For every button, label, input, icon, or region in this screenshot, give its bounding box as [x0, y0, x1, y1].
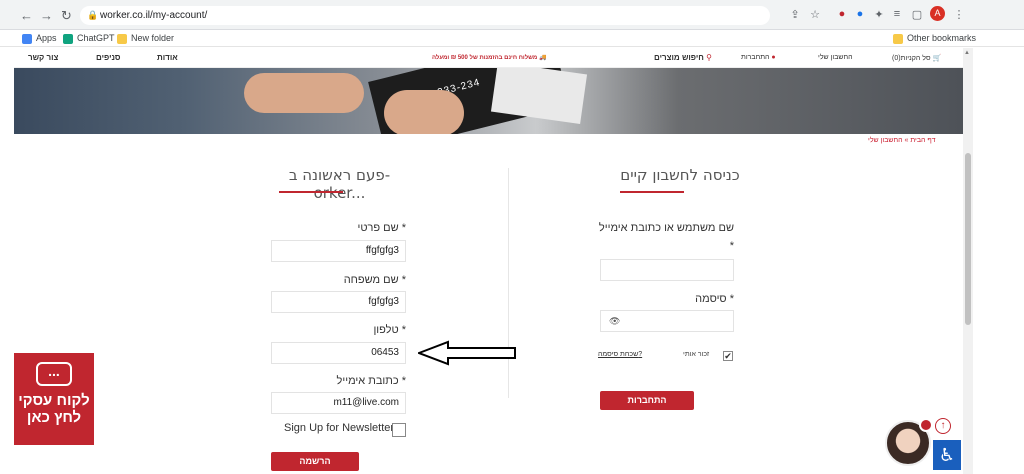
phone-field[interactable]: 06453 — [271, 342, 406, 364]
bookmark-label: New folder — [131, 33, 175, 43]
password-field[interactable]: 👁 — [600, 310, 734, 332]
folder-icon — [893, 33, 903, 44]
remember-checkbox[interactable]: ✔ — [723, 351, 733, 361]
url-bar[interactable]: 🔒 worker.co.il/my-account/ — [80, 6, 770, 25]
puzzle-icon[interactable]: ✦ — [872, 8, 886, 21]
back-icon[interactable]: ← — [20, 8, 33, 23]
login-title: כניסה לחשבון קיים — [620, 166, 740, 184]
first-name-field[interactable]: ffgfgfg3 — [271, 240, 406, 262]
nav-contact[interactable]: צור קשר — [28, 53, 58, 62]
bookmark-apps[interactable]: Apps — [22, 32, 57, 45]
bookmark-label: Other bookmarks — [907, 33, 977, 43]
last-name-field[interactable]: fgfgfg3 — [271, 291, 406, 313]
register-button[interactable]: הרשמה — [271, 452, 359, 471]
shipping-note-text: משלוח חינם בהזמנות של 500 ₪ ומעלה — [432, 55, 538, 61]
password-label: סיסמה * — [695, 293, 734, 305]
main-content — [14, 134, 963, 474]
login-title-underline — [620, 191, 684, 193]
business-line1: לקוח עסקי — [18, 392, 90, 409]
truck-icon: 🚚 — [538, 55, 547, 61]
nav-branches[interactable]: סניפים — [96, 53, 121, 62]
url-text: worker.co.il/my-account/ — [100, 10, 208, 21]
forgot-password-link[interactable]: שכחת סיסמה? — [598, 351, 642, 358]
bookmarks-bar: Apps ChatGPT New folder Other bookmarks — [0, 30, 1024, 47]
chatgpt-icon — [63, 33, 73, 44]
hero-banner: 1-800-233-234 — [14, 68, 963, 134]
remember-label: זכור אותי — [683, 351, 710, 358]
cart-label: סל הקניות(0) — [892, 55, 931, 62]
bookmark-new-folder[interactable]: New folder — [117, 32, 174, 45]
bookmark-label: Apps — [36, 33, 57, 43]
newsletter-checkbox[interactable] — [392, 423, 406, 437]
forward-icon[interactable]: → — [40, 8, 53, 23]
site-header: צור קשר סניפים אודות משלוח חינם בהזמנות … — [14, 48, 963, 68]
arrow-annotation — [418, 340, 516, 366]
phone-label: טלפון * — [373, 324, 406, 336]
lock-icon: 🔒 — [87, 10, 99, 20]
bookmark-other[interactable]: Other bookmarks — [893, 32, 976, 45]
page: ← → ↻ 🔒 worker.co.il/my-account/ ⇪ ☆ ● ●… — [0, 0, 1024, 474]
search-label: חיפוש מוצרים — [654, 53, 704, 62]
last-name-label: שם משפחה * — [343, 274, 406, 286]
chat-notification-dot — [919, 418, 933, 432]
email-label: כתובת אימייל * — [336, 375, 406, 387]
business-line2: לחץ כאן — [26, 409, 82, 426]
scrollbar-thumb[interactable] — [965, 153, 971, 325]
accessibility-icon[interactable]: ♿ — [933, 440, 961, 470]
outer-margin — [973, 48, 1024, 474]
email-field[interactable]: m11@live.com — [271, 392, 406, 414]
scroll-up-icon[interactable]: ▲ — [964, 50, 970, 56]
cart-icon: 🛒 — [932, 55, 942, 62]
arrow-shape — [418, 340, 516, 366]
up-arrow-icon[interactable]: ↑ — [935, 418, 951, 434]
search-icon: ⚲ — [706, 53, 712, 62]
business-customer-widget[interactable]: ... לקוח עסקי לחץ כאן — [14, 353, 94, 445]
username-label: שם משתמש או כתובת אימייל — [598, 222, 734, 234]
register-title-underline — [279, 191, 343, 193]
newsletter-label: Sign Up for Newsletter — [284, 422, 395, 434]
menu-icon[interactable]: ⋮ — [952, 8, 966, 21]
folder-icon — [117, 33, 127, 44]
reading-list-icon[interactable]: ≡ — [890, 8, 904, 20]
extension-icon[interactable]: ● — [853, 8, 867, 20]
apps-icon — [22, 33, 32, 44]
shipping-note: משלוח חינם בהזמנות של 500 ₪ ומעלה 🚚 — [432, 54, 546, 61]
login-label: התחברות — [741, 54, 770, 61]
login-button[interactable]: התחברות — [600, 391, 694, 410]
breadcrumb[interactable]: דף הבית » החשבון שלי — [868, 137, 935, 144]
search-link[interactable]: חיפוש מוצרים ⚲ — [654, 53, 712, 62]
browser-toolbar: ← → ↻ 🔒 worker.co.il/my-account/ ⇪ ☆ ● ●… — [0, 0, 1024, 30]
cart-link[interactable]: סל הקניות(0) 🛒 — [892, 54, 941, 62]
bookmark-label: ChatGPT — [77, 33, 115, 43]
star-icon[interactable]: ☆ — [808, 8, 822, 21]
register-title: פעם ראשונה ב- orker... — [288, 166, 391, 202]
extension-icon[interactable]: ● — [835, 8, 849, 20]
chat-icon: ... — [36, 362, 72, 386]
sidepanel-icon[interactable]: ▢ — [910, 8, 924, 21]
hand-image — [244, 73, 364, 113]
hand-image — [384, 90, 464, 134]
nav-about[interactable]: אודות — [157, 53, 178, 62]
eye-icon[interactable]: 👁 — [609, 311, 620, 331]
profile-avatar[interactable]: A — [930, 6, 945, 21]
login-link[interactable]: התחברות ● — [741, 54, 776, 61]
my-account-link[interactable]: החשבון שלי — [818, 54, 853, 61]
share-icon[interactable]: ⇪ — [788, 8, 802, 21]
bookmark-chatgpt[interactable]: ChatGPT — [63, 32, 115, 45]
first-name-label: שם פרטי * — [357, 222, 406, 234]
reload-icon[interactable]: ↻ — [61, 8, 72, 24]
username-field[interactable] — [600, 259, 734, 281]
username-required: * — [729, 240, 734, 252]
user-icon: ● — [771, 54, 776, 61]
